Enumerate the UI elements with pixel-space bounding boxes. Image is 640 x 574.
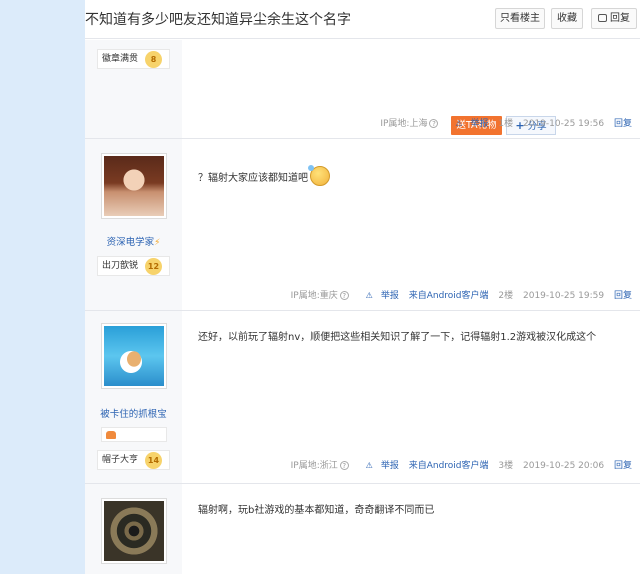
author-column: 徽章满贯 8 [85,40,182,138]
report-link[interactable]: ⚠ 举报 [448,119,488,129]
lightning-icon: ⚡ [154,238,161,248]
level-badge: 12 [145,258,162,275]
level-badge: 14 [145,452,162,469]
author-column [85,484,182,574]
post-floor-4: 辐射啊，玩b社游戏的基本都知道，奇奇翻译不同而已 [85,484,640,574]
author-column: 被卡住的抓根宝 帽子大亨 14 [85,311,182,483]
avatar[interactable] [101,323,167,389]
post-time: 2019-10-25 19:56 [523,119,605,129]
author-column: 资深电学家⚡ 出刀歆锐 12 [85,139,182,310]
post-content: 还好，以前玩了辐射nv，顺便把这些相关知识了解了一下，记得辐射1.2游戏被汉化成… [198,332,597,343]
client-source[interactable]: 来自Android客户端 [409,461,489,471]
post-time: 2019-10-25 19:59 [523,291,605,301]
floor-number: 2楼 [498,291,514,301]
post-content: 辐射啊，玩b社游戏的基本都知道，奇奇翻译不同而已 [198,505,435,516]
report-icon: ⚠ [455,119,463,128]
client-source[interactable]: 来自Android客户端 [409,291,489,301]
only-op-button[interactable]: 只看楼主 [495,8,545,29]
thread-title: 不知道有多少吧友还知道异尘余生这个名字 [85,12,351,28]
user-icon-badge [101,427,167,442]
reply-link[interactable]: 回复 [614,291,632,301]
floor-number: 1楼 [498,119,514,129]
avatar-image [104,326,164,386]
reply-button[interactable]: 回复 [591,8,637,29]
report-label: 举报 [380,291,399,301]
badge-icon [106,431,116,439]
report-link[interactable]: ⚠ 举报 [359,461,399,471]
question-icon[interactable]: ? [429,119,439,128]
post-footer: IP属地:浙江? ⚠ 举报 来自Android客户端 3楼 2019-10-25 … [284,458,632,471]
question-icon[interactable]: ? [339,461,349,470]
badge-name: 徽章满贯 [102,54,139,64]
username[interactable]: 资深电学家⚡ [85,234,182,248]
post-footer: IP属地:上海? ⚠ 举报 1楼 2019-10-25 19:56 回复 [373,116,632,129]
post-footer: IP属地:重庆? ⚠ 举报 来自Android客户端 2楼 2019-10-25 … [284,288,632,301]
avatar[interactable] [101,498,167,564]
thread-header: 不知道有多少吧友还知道异尘余生这个名字 只看楼主 收藏 回复 [85,0,640,39]
ip-location: IP属地:浙江 [290,461,338,471]
avatar-image [104,156,164,216]
floor-number: 3楼 [498,461,514,471]
reply-link[interactable]: 回复 [614,461,632,471]
post-content: ？辐射大家应该都知道吧 [198,165,330,186]
badge-name: 帽子大亨 [102,455,139,465]
reply-button-label: 回复 [610,13,630,24]
favorite-button[interactable]: 收藏 [551,8,583,29]
left-sidebar-background [0,0,85,574]
post-floor-2: 资深电学家⚡ 出刀歆锐 12 ？辐射大家应该都知道吧 IP属地:重庆? ⚠ 举报 … [85,139,640,311]
username-text: 资深电学家 [106,237,155,248]
emoji-sweat-icon [308,165,330,186]
user-badge: 徽章满贯 8 [97,49,170,69]
user-badge: 帽子大亨 14 [97,450,170,470]
post-floor-1: 徽章满贯 8 送TA礼物 + 分享 IP属地:上海? ⚠ 举报 1楼 2019-10… [85,40,640,139]
reply-link[interactable]: 回复 [614,119,632,129]
post-text: ？辐射大家应该都知道吧 [198,173,308,184]
avatar[interactable] [101,153,167,219]
post-time: 2019-10-25 20:06 [523,461,605,471]
report-link[interactable]: ⚠ 举报 [359,291,399,301]
reply-icon [598,14,607,22]
badge-name: 出刀歆锐 [102,261,139,271]
report-icon: ⚠ [365,461,373,470]
avatar-image [104,501,164,561]
question-icon[interactable]: ? [339,291,349,300]
ip-location: IP属地:重庆 [290,291,338,301]
report-label: 举报 [380,461,399,471]
report-icon: ⚠ [365,291,373,300]
username[interactable]: 被卡住的抓根宝 [85,406,182,420]
level-badge: 8 [145,51,162,68]
user-badge: 出刀歆锐 12 [97,256,170,276]
post-floor-3: 被卡住的抓根宝 帽子大亨 14 还好，以前玩了辐射nv，顺便把这些相关知识了解了… [85,311,640,484]
ip-location: IP属地:上海 [380,119,428,129]
report-label: 举报 [470,119,489,129]
